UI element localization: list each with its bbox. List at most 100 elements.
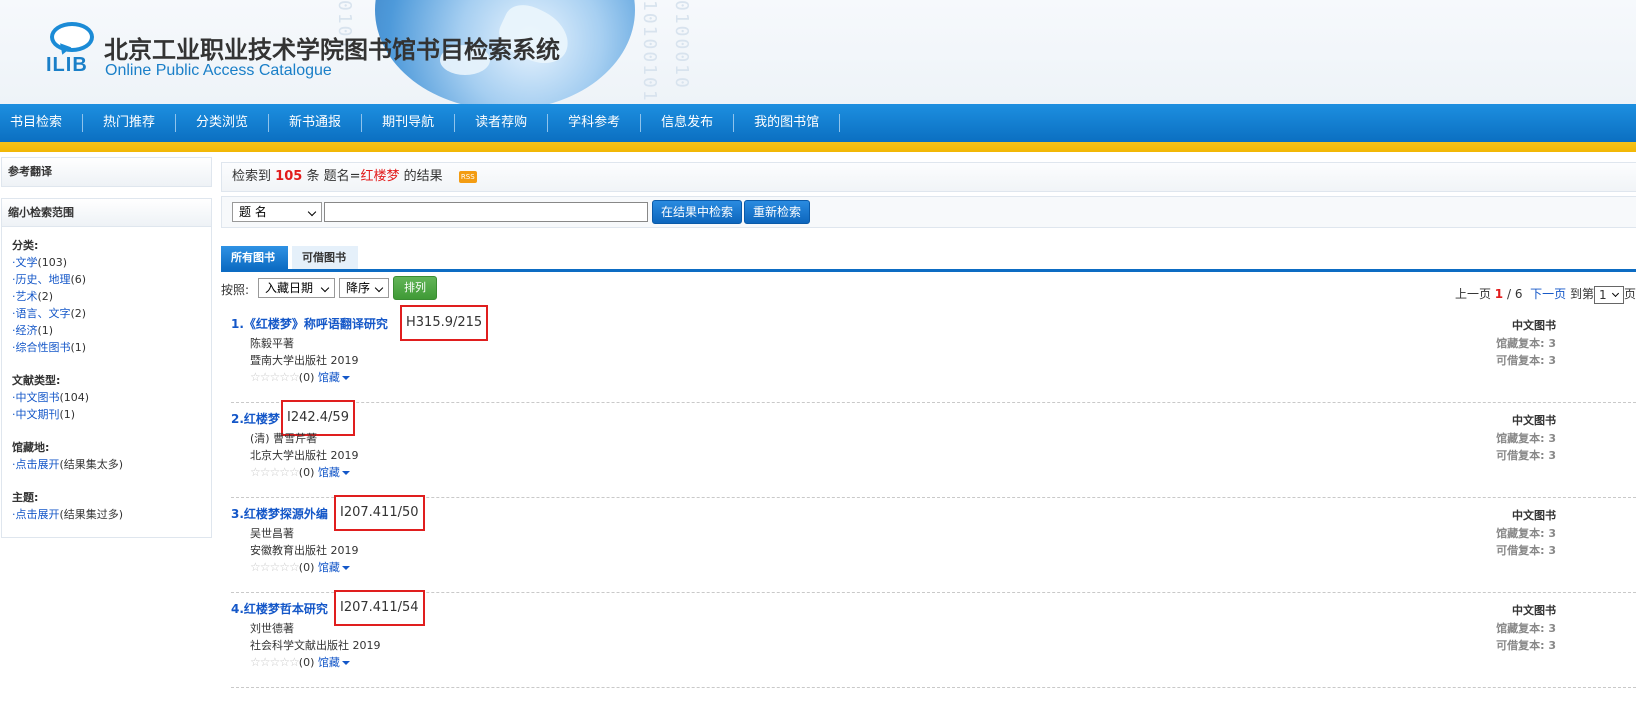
record-publisher: 北京大学出版社 2019 xyxy=(250,449,359,462)
holdings-link[interactable]: 馆藏 xyxy=(318,371,340,384)
pager: 上一页 1 / 6 下一页 到第 1 页 xyxy=(1455,285,1636,304)
facet-item: ·点击展开(结果集过多) xyxy=(12,506,201,523)
nav-item-new-books[interactable]: 新书通报 xyxy=(269,114,363,132)
record-item: 2.红楼梦 I242.4/59 (清) 曹雪芹著 北京大学出版社 2019 ☆☆… xyxy=(231,400,1636,498)
call-number: H315.9/215 xyxy=(400,305,489,341)
facet-link[interactable]: ·经济 xyxy=(12,324,38,337)
nav-item-hot[interactable]: 热门推荐 xyxy=(83,114,177,132)
holdings-link[interactable]: 馆藏 xyxy=(318,656,340,669)
refine-search-bar: 题 名 在结果中检索 重新检索 xyxy=(221,196,1636,228)
search-within-button[interactable]: 在结果中检索 xyxy=(652,200,743,224)
facet-link[interactable]: ·历史、地理 xyxy=(12,273,71,286)
holdings-link[interactable]: 馆藏 xyxy=(318,561,340,574)
goto-label: 到第 xyxy=(1569,287,1594,301)
record-rating: ☆☆☆☆☆(0) 馆藏 xyxy=(250,464,350,480)
page-suffix: 页 xyxy=(1623,287,1636,301)
rating-stars-icon: ☆☆☆☆☆ xyxy=(250,655,300,669)
site-header: 0101 10100101 0100010 ILIB 北京工业职业技术学院图书馆… xyxy=(0,0,1636,104)
record-type: 中文图书 xyxy=(1512,507,1556,523)
caret-down-icon[interactable] xyxy=(341,376,350,380)
record-copies: 馆藏复本: 3 xyxy=(1496,527,1556,540)
record-rating: ☆☆☆☆☆(0) 馆藏 xyxy=(250,369,350,385)
record-title-link[interactable]: 2.红楼梦 xyxy=(231,410,280,427)
caret-down-icon[interactable] xyxy=(341,661,350,665)
record-author: 陈毅平著 xyxy=(250,337,294,350)
facet-count: (2) xyxy=(37,290,54,303)
reference-title[interactable]: 参考翻译 xyxy=(2,158,211,186)
facet-item: ·中文期刊(1) xyxy=(12,406,201,423)
tab-all-books[interactable]: 所有图书 xyxy=(221,246,288,269)
facet-link[interactable]: ·综合性图书 xyxy=(12,341,71,354)
facet-panel-title: 缩小检索范围 xyxy=(2,199,211,227)
sort-order-select[interactable]: 降序 xyxy=(339,278,389,298)
record-title-link[interactable]: 3.红楼梦探源外编 xyxy=(231,505,328,522)
facet-item: ·点击展开(结果集太多) xyxy=(12,456,201,473)
record-item: 1.《红楼梦》称呼语翻译研究 H315.9/215 陈毅平著 暨南大学出版社 2… xyxy=(231,305,1636,403)
record-publisher: 安徽教育出版社 2019 xyxy=(250,544,359,557)
holdings-link[interactable]: 馆藏 xyxy=(318,466,340,479)
nav-item-journals[interactable]: 期刊导航 xyxy=(362,114,456,132)
rating-stars-icon: ☆☆☆☆☆ xyxy=(250,370,300,384)
total-pages: / 6 xyxy=(1506,287,1523,301)
record-available: 可借复本: 3 xyxy=(1496,354,1556,367)
facet-count: (103) xyxy=(37,256,68,269)
record-copies: 馆藏复本: 3 xyxy=(1496,432,1556,445)
nav-item-browse[interactable]: 分类浏览 xyxy=(176,114,270,132)
page-select[interactable]: 1 xyxy=(1593,285,1624,304)
prev-page-label: 上一页 xyxy=(1454,287,1491,301)
nav-item-search[interactable]: 书目检索 xyxy=(0,114,84,132)
facet-expand-link[interactable]: ·点击展开 xyxy=(12,458,60,471)
facet-link[interactable]: ·中文图书 xyxy=(12,391,60,404)
facet-link[interactable]: ·语言、文字 xyxy=(12,307,71,320)
facet-count: (1) xyxy=(37,324,54,337)
new-search-button[interactable]: 重新检索 xyxy=(744,200,811,224)
facet-count: (104) xyxy=(59,391,90,404)
facet-link[interactable]: ·中文期刊 xyxy=(12,408,60,421)
next-page-link[interactable]: 下一页 xyxy=(1530,287,1566,301)
facet-count: (结果集太多) xyxy=(59,458,124,471)
call-number: I207.411/50 xyxy=(334,495,425,531)
logo-bubble-icon xyxy=(50,22,94,52)
search-input[interactable] xyxy=(324,202,648,222)
record-type-label: 中文图书 xyxy=(1512,414,1556,427)
record-available: 可借复本: 3 xyxy=(1496,639,1556,652)
facet-count: (6) xyxy=(70,273,87,286)
facet-item: ·综合性图书(1) xyxy=(12,339,201,356)
rating-count: (0) xyxy=(298,466,315,479)
caret-down-icon[interactable] xyxy=(341,566,350,570)
decor-binary: 10100101 xyxy=(639,0,660,103)
tab-available-books[interactable]: 可借图书 xyxy=(292,246,358,269)
facet-location: 馆藏地: ·点击展开(结果集太多) xyxy=(12,439,201,473)
record-copies: 馆藏复本: 3 xyxy=(1496,622,1556,635)
facet-panel: 缩小检索范围 分类: ·文学(103) ·历史、地理(6) ·艺术(2) ·语言… xyxy=(1,198,212,538)
nav-item-subjects[interactable]: 学科参考 xyxy=(548,114,642,132)
facet-count: (结果集过多) xyxy=(59,508,124,521)
facet-link[interactable]: ·文学 xyxy=(12,256,38,269)
facet-title: 文献类型: xyxy=(12,374,61,387)
facet-expand-link[interactable]: ·点击展开 xyxy=(12,508,60,521)
caret-down-icon[interactable] xyxy=(341,471,350,475)
nav-item-my-library[interactable]: 我的图书馆 xyxy=(734,114,841,132)
main-nav: 书目检索 热门推荐 分类浏览 新书通报 期刊导航 读者荐购 学科参考 信息发布 … xyxy=(0,104,1636,142)
search-field-select[interactable]: 题 名 xyxy=(232,202,322,222)
sort-button[interactable]: 排列 xyxy=(393,276,437,300)
rating-stars-icon: ☆☆☆☆☆ xyxy=(250,560,300,574)
rating-count: (0) xyxy=(298,371,315,384)
record-rating: ☆☆☆☆☆(0) 馆藏 xyxy=(250,654,350,670)
record-item: 3.红楼梦探源外编 I207.411/50 吴世昌著 安徽教育出版社 2019 … xyxy=(231,495,1636,593)
record-title-link[interactable]: 1.《红楼梦》称呼语翻译研究 xyxy=(231,315,388,332)
facet-subject: 主题: ·点击展开(结果集过多) xyxy=(12,489,201,523)
facet-item: ·艺术(2) xyxy=(12,288,201,305)
nav-item-recommend[interactable]: 读者荐购 xyxy=(455,114,549,132)
nav-item-news[interactable]: 信息发布 xyxy=(641,114,735,132)
sort-by-select[interactable]: 入藏日期 xyxy=(258,278,335,298)
rss-icon[interactable]: RSS xyxy=(458,170,477,183)
facet-link[interactable]: ·艺术 xyxy=(12,290,38,303)
record-title-link[interactable]: 4.红楼梦哲本研究 xyxy=(231,600,328,617)
record-type: 中文图书 xyxy=(1512,317,1556,333)
site-title: 北京工业职业技术学院图书馆书目检索系统 xyxy=(104,36,560,64)
record-item: 4.红楼梦哲本研究 I207.411/54 刘世德著 社会科学文献出版社 201… xyxy=(231,590,1636,688)
result-suffix: 的结果 xyxy=(403,169,443,184)
rating-stars-icon: ☆☆☆☆☆ xyxy=(250,465,300,479)
record-type-label: 中文图书 xyxy=(1512,604,1556,617)
